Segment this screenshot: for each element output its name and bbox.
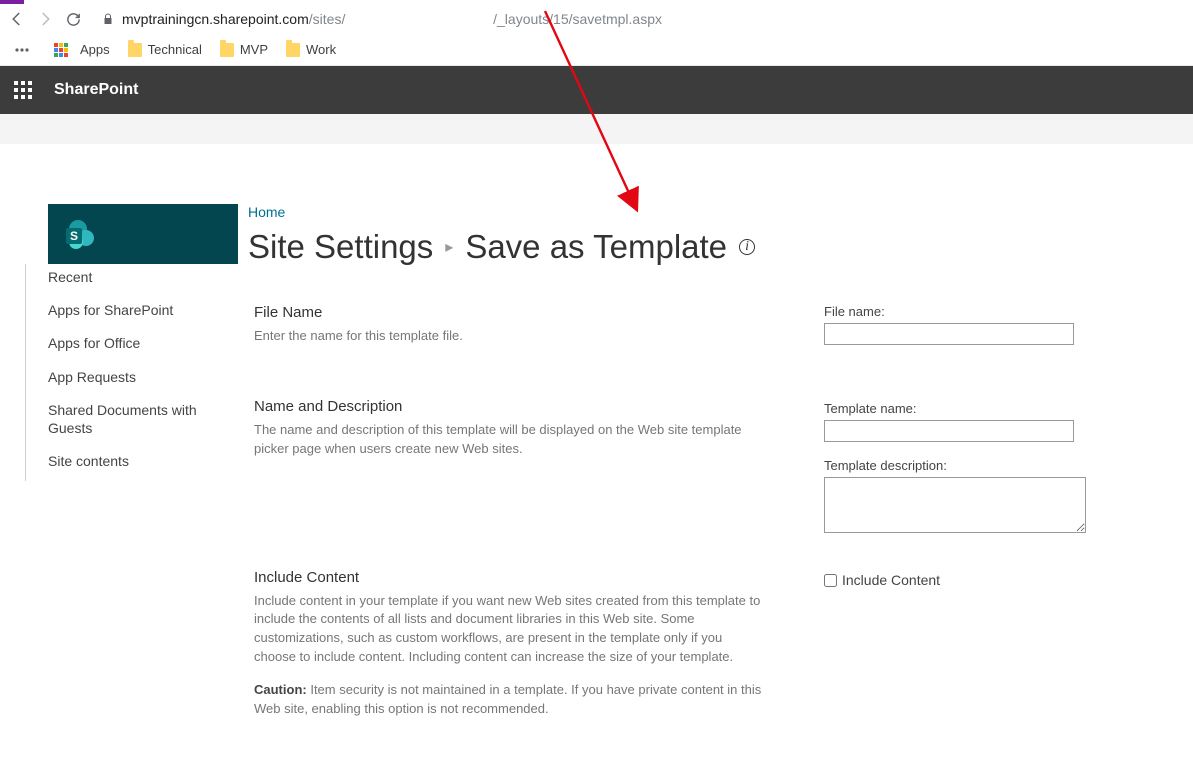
- svg-text:S: S: [70, 229, 78, 243]
- file-name-label: File name:: [824, 304, 1114, 319]
- chevron-right-icon: ▸: [445, 237, 453, 257]
- nav-recent[interactable]: Recent: [48, 264, 230, 290]
- bookmark-mvp[interactable]: MVP: [220, 42, 268, 57]
- section-desc: Enter the name for this template file.: [254, 327, 764, 346]
- folder-icon: [220, 43, 234, 57]
- suite-title[interactable]: SharePoint: [54, 81, 138, 99]
- nav-site-contents[interactable]: Site contents: [48, 448, 230, 474]
- include-content-label: Include Content: [842, 572, 940, 588]
- site-logo-tile[interactable]: S: [48, 204, 238, 264]
- nav-shared-docs-guests[interactable]: Shared Documents with Guests: [48, 397, 230, 441]
- template-name-input[interactable]: [824, 420, 1074, 442]
- field-template-name: Template name:: [824, 401, 1114, 442]
- section-include-content: Include Content Include content in your …: [254, 569, 764, 719]
- field-template-desc: Template description:: [824, 458, 1114, 538]
- bookmark-label: MVP: [240, 42, 268, 57]
- apps-icon: [54, 43, 68, 57]
- section-desc: Include content in your template if you …: [254, 592, 764, 667]
- include-content-checkbox[interactable]: [824, 574, 837, 587]
- folder-icon: [128, 43, 142, 57]
- lock-icon: [102, 13, 114, 25]
- back-icon[interactable]: [8, 10, 26, 28]
- sharepoint-logo-icon: S: [62, 216, 98, 252]
- home-link[interactable]: Home: [248, 204, 285, 220]
- nav-apps-sharepoint[interactable]: Apps for SharePoint: [48, 297, 230, 323]
- info-icon[interactable]: i: [739, 239, 755, 255]
- forward-icon[interactable]: [36, 10, 54, 28]
- page-title: Site Settings ▸ Save as Template i: [248, 228, 1193, 266]
- reload-icon[interactable]: [64, 10, 82, 28]
- content-col: Home Site Settings ▸ Save as Template i …: [248, 174, 1193, 759]
- apps-shortcut[interactable]: Apps: [54, 42, 110, 57]
- folder-icon: [286, 43, 300, 57]
- apps-label: Apps: [80, 42, 110, 57]
- form-fields: File name: Template name: Template descr…: [824, 304, 1114, 759]
- ribbon-spacer: [0, 114, 1193, 144]
- section-heading: Include Content: [254, 569, 764, 586]
- bookmark-work[interactable]: Work: [286, 42, 336, 57]
- section-file-name: File Name Enter the name for this templa…: [254, 304, 764, 346]
- nav-apps-office[interactable]: Apps for Office: [48, 330, 230, 356]
- bookmark-label: Technical: [148, 42, 202, 57]
- title-save-as-template: Save as Template: [465, 228, 727, 266]
- browser-address-bar: mvptrainingcn.sharepoint.com/sites/ /_la…: [0, 4, 1193, 34]
- template-name-label: Template name:: [824, 401, 1114, 416]
- field-file-name: File name:: [824, 304, 1114, 345]
- url-area[interactable]: mvptrainingcn.sharepoint.com/sites/ /_la…: [92, 11, 1185, 27]
- template-desc-textarea[interactable]: [824, 477, 1086, 533]
- extensions-icon[interactable]: [14, 42, 30, 58]
- bookmarks-bar: Apps Technical MVP Work: [0, 34, 1193, 66]
- bookmark-label: Work: [306, 42, 336, 57]
- section-heading: Name and Description: [254, 398, 764, 415]
- section-caution: Caution: Item security is not maintained…: [254, 681, 764, 719]
- app-launcher-icon[interactable]: [14, 81, 32, 99]
- title-site-settings[interactable]: Site Settings: [248, 228, 433, 266]
- form-descriptions: File Name Enter the name for this templa…: [254, 304, 764, 759]
- suite-bar: SharePoint: [0, 66, 1193, 114]
- section-heading: File Name: [254, 304, 764, 321]
- section-name-desc: Name and Description The name and descri…: [254, 398, 764, 459]
- template-desc-label: Template description:: [824, 458, 1114, 473]
- bookmark-technical[interactable]: Technical: [128, 42, 202, 57]
- left-nav: Recent Apps for SharePoint Apps for Offi…: [25, 264, 230, 481]
- section-desc: The name and description of this templat…: [254, 421, 764, 459]
- file-name-input[interactable]: [824, 323, 1074, 345]
- field-include-content: Include Content: [824, 572, 1114, 588]
- nav-app-requests[interactable]: App Requests: [48, 364, 230, 390]
- url-text: mvptrainingcn.sharepoint.com/sites/ /_la…: [122, 11, 662, 27]
